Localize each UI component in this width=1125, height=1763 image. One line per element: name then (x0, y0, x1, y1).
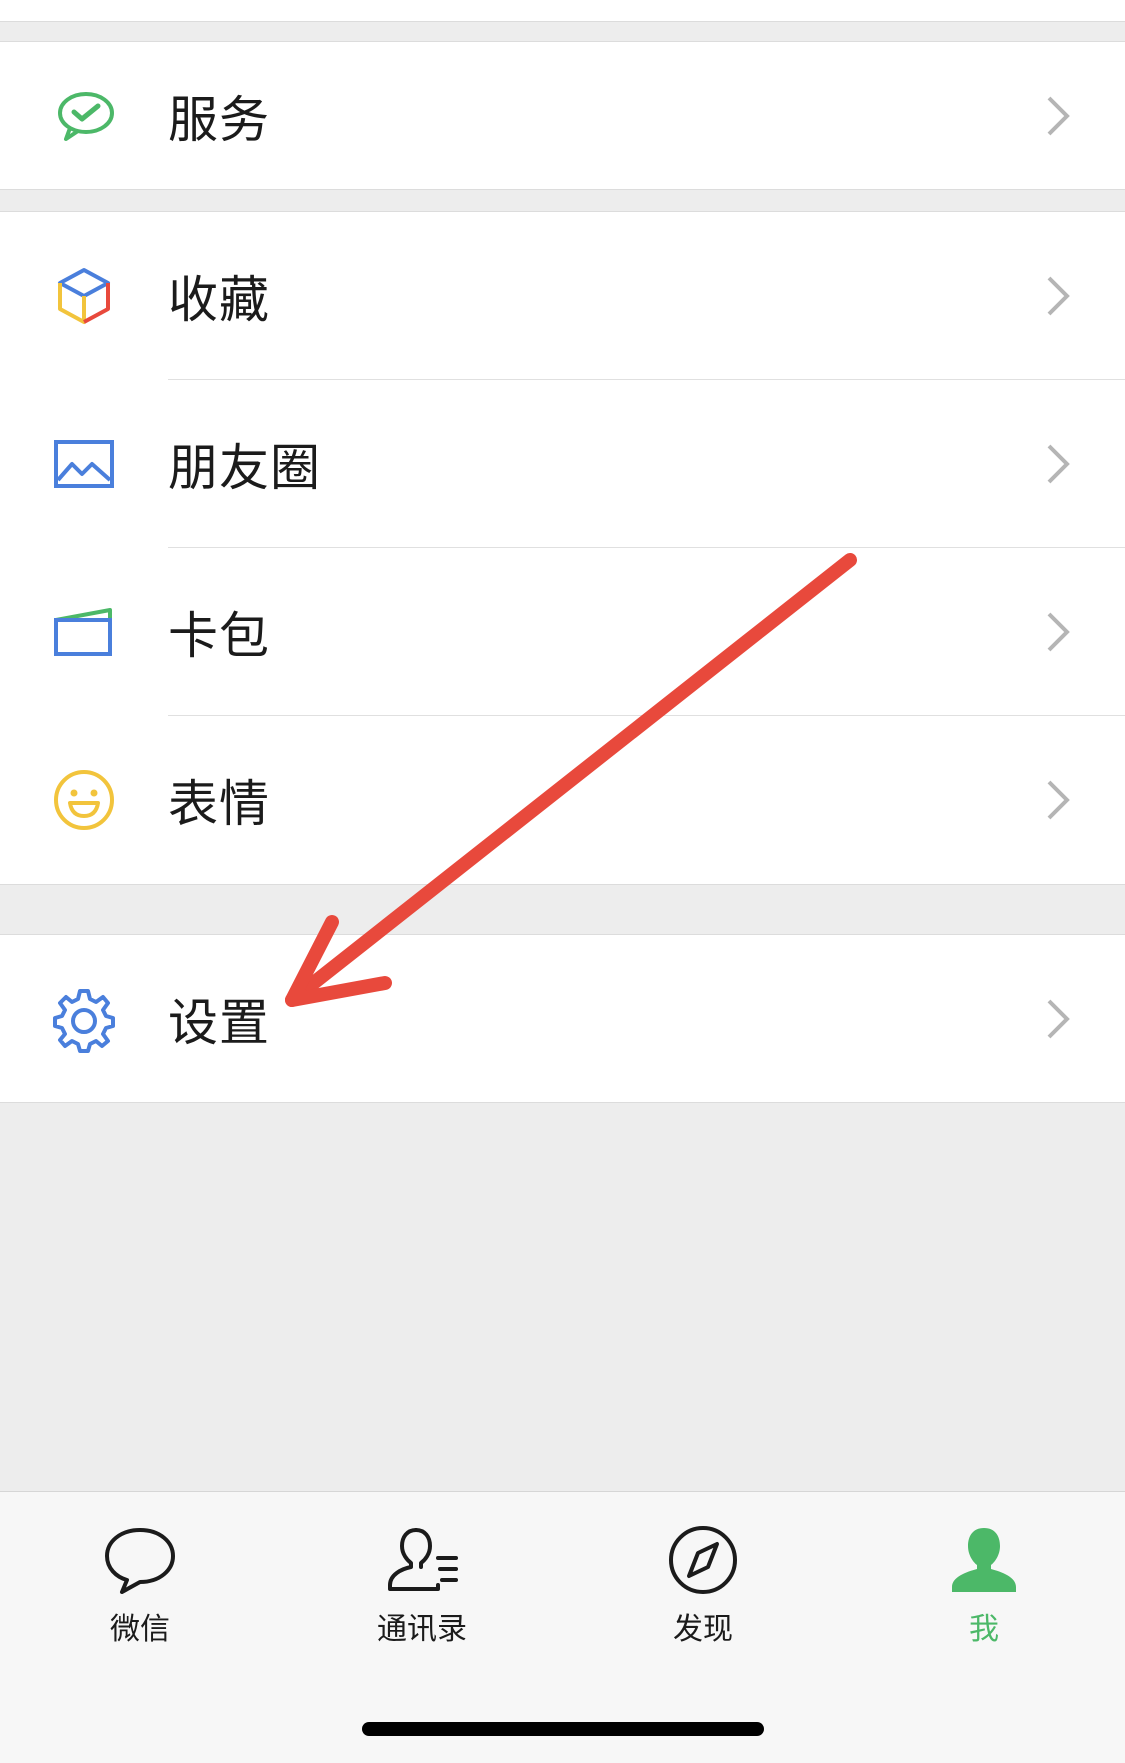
menu-item-card-wallet[interactable]: 卡包 (0, 548, 1125, 716)
tab-discover[interactable]: 发现 (623, 1522, 783, 1652)
chevron-right-icon (1043, 92, 1073, 140)
settings-group: 设置 (0, 934, 1125, 1103)
gear-icon (50, 985, 118, 1053)
chevron-right-icon (1043, 440, 1073, 488)
tab-contacts[interactable]: 通讯录 (342, 1522, 502, 1652)
menu-item-label: 服务 (168, 90, 270, 149)
menu-item-settings[interactable]: 设置 (0, 935, 1125, 1102)
tab-label: 发现 (673, 1612, 733, 1647)
menu-item-moments[interactable]: 朋友圈 (0, 380, 1125, 548)
chevron-right-icon (1043, 608, 1073, 656)
top-section-bottom (0, 0, 1125, 22)
photo-icon (50, 430, 118, 498)
chevron-right-icon (1043, 272, 1073, 320)
menu-item-stickers[interactable]: 表情 (0, 716, 1125, 884)
tab-label: 通讯录 (377, 1612, 467, 1647)
compass-icon (663, 1522, 743, 1598)
smiley-icon (50, 766, 118, 834)
menu-item-service[interactable]: 服务 (0, 42, 1125, 189)
tab-me[interactable]: 我 (904, 1522, 1064, 1652)
features-group: 收藏 朋友圈 卡包 表情 (0, 211, 1125, 885)
menu-item-label: 设置 (168, 993, 270, 1052)
chat-bubble-icon (100, 1522, 180, 1598)
menu-item-favorites[interactable]: 收藏 (0, 212, 1125, 380)
chevron-right-icon (1043, 776, 1073, 824)
service-group: 服务 (0, 41, 1125, 190)
wechat-pay-icon (50, 82, 118, 150)
menu-item-label: 朋友圈 (168, 439, 321, 497)
home-indicator (362, 1722, 764, 1736)
chevron-right-icon (1043, 995, 1073, 1043)
tab-label: 微信 (110, 1612, 170, 1647)
contacts-icon (382, 1522, 462, 1598)
menu-item-label: 收藏 (168, 271, 270, 329)
person-icon (944, 1522, 1024, 1598)
card-icon (50, 598, 118, 666)
tab-chats[interactable]: 微信 (60, 1522, 220, 1652)
menu-item-label: 卡包 (168, 607, 270, 665)
menu-item-label: 表情 (168, 775, 270, 833)
tab-label: 我 (969, 1612, 999, 1647)
cube-icon (50, 262, 118, 330)
